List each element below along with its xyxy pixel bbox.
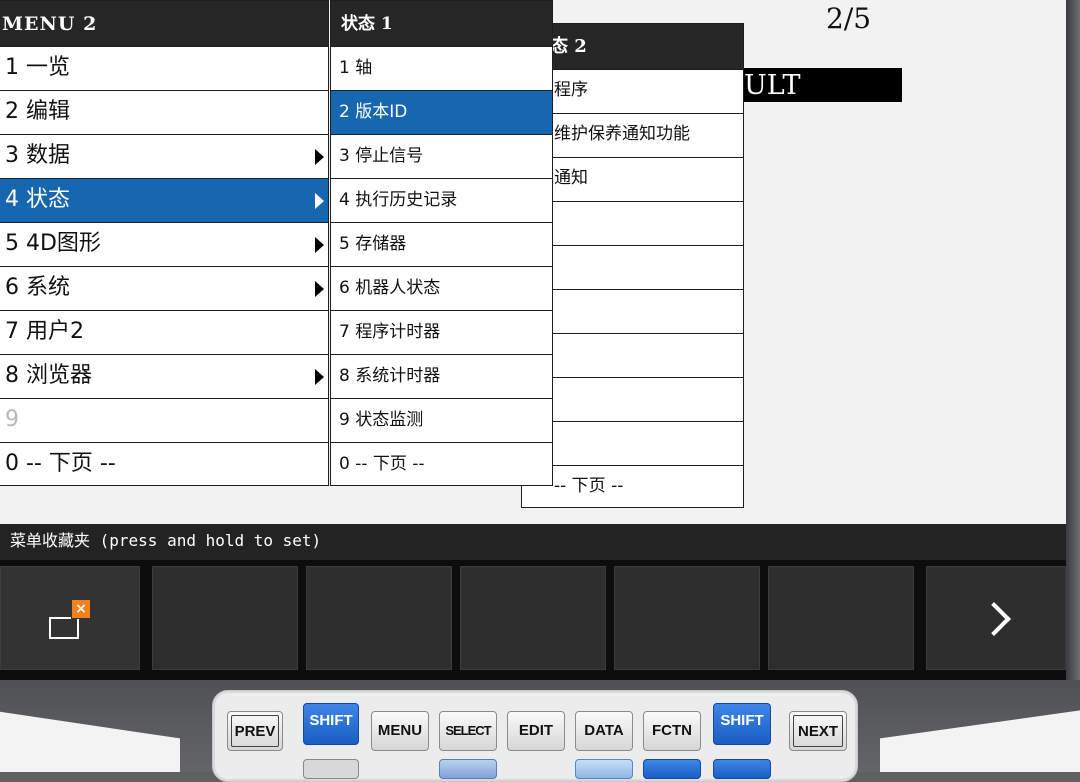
- status-menu-page-2-item-7[interactable]: [522, 377, 743, 421]
- lower-key-x-plus[interactable]: [713, 759, 771, 779]
- main-menu-item-label: 4 状态: [5, 187, 70, 212]
- next-key-label: NEXT: [793, 715, 843, 747]
- softkey-1[interactable]: ×: [0, 566, 140, 670]
- main-menu-item-8[interactable]: 9: [0, 398, 328, 442]
- softkey-4[interactable]: [460, 566, 606, 670]
- status-submenu-item-9[interactable]: 0 -- 下页 --: [331, 442, 552, 486]
- status-menu-page-2-item-label: 维护保养通知功能: [554, 124, 690, 144]
- status-submenu-item-0[interactable]: 1 轴: [331, 46, 552, 90]
- status-submenu-item-label: 9 状态监测: [339, 410, 424, 430]
- page-indicator: 2/5: [826, 2, 872, 35]
- pendant-screen: 2/5 ULT 态 2 程序维护保养通知功能 通知 -- 下页 -- MENU 2 …: [0, 0, 1066, 680]
- data-key[interactable]: DATA: [575, 711, 633, 751]
- chevron-right-icon: [977, 602, 1011, 636]
- status-menu-page-2-item-3[interactable]: [522, 201, 743, 245]
- status-menu-page-2-item-9[interactable]: -- 下页 --: [522, 465, 743, 509]
- status-submenu-item-6[interactable]: 7 程序计时器: [331, 310, 552, 354]
- status-submenu-item-label: 5 存储器: [339, 234, 407, 254]
- fault-status-bar: ULT: [740, 68, 902, 102]
- status-submenu-item-label: 0 -- 下页 --: [339, 454, 425, 474]
- softkey-3[interactable]: [306, 566, 452, 670]
- softkey-5[interactable]: [614, 566, 760, 670]
- status-submenu-item-label: 1 轴: [339, 58, 373, 78]
- main-menu-item-label: 9: [5, 407, 19, 432]
- main-menu-item-label: 2 编辑: [5, 99, 70, 124]
- main-menu-item-2[interactable]: 3 数据: [0, 134, 328, 178]
- status-submenu-item-label: 2 版本ID: [339, 102, 408, 122]
- status-menu-page-2-header: 态 2: [522, 24, 743, 69]
- lower-key-3[interactable]: [575, 759, 633, 779]
- main-menu-header: MENU 2: [0, 1, 328, 46]
- main-menu-item-label: 1 一览: [5, 55, 70, 80]
- status-submenu-item-2[interactable]: 3 停止信号: [331, 134, 552, 178]
- fctn-key[interactable]: FCTN: [643, 711, 701, 751]
- main-menu-item-label: 7 用户2: [5, 319, 84, 344]
- status-menu-page-2-item-6[interactable]: [522, 333, 743, 377]
- menu-key[interactable]: MENU: [371, 711, 429, 751]
- lower-key-up-arrow[interactable]: [439, 759, 497, 779]
- submenu-arrow-icon: [315, 368, 324, 385]
- status-menu-page-2: 态 2 程序维护保养通知功能 通知 -- 下页 --: [521, 23, 744, 508]
- close-badge-icon: ×: [72, 600, 90, 618]
- status-menu-page-2-item-5[interactable]: [522, 289, 743, 333]
- status-submenu-item-label: 3 停止信号: [339, 146, 424, 166]
- status-submenu-item-label: 7 程序计时器: [339, 322, 441, 342]
- status-menu-page-2-item-label: -- 下页 --: [554, 476, 624, 496]
- lower-key-1[interactable]: [303, 759, 359, 779]
- submenu-arrow-icon: [315, 236, 324, 253]
- hardware-keypad: PREV SHIFT MENU SELECT EDIT DATA FCTN SH…: [212, 690, 858, 782]
- main-menu-item-6[interactable]: 7 用户2: [0, 310, 328, 354]
- status-submenu-item-7[interactable]: 8 系统计时器: [331, 354, 552, 398]
- submenu-arrow-icon: [315, 148, 324, 165]
- favorites-status-line: 菜单收藏夹 (press and hold to set): [0, 524, 1066, 560]
- softkey-6[interactable]: [768, 566, 914, 670]
- status-menu-page-2-item-label: 通知: [554, 168, 588, 188]
- status-submenu-item-1[interactable]: 2 版本ID: [331, 90, 552, 134]
- status-menu-page-2-item-2[interactable]: 通知: [522, 157, 743, 201]
- submenu-arrow-icon: [315, 280, 324, 297]
- main-menu-item-0[interactable]: 1 一览: [0, 46, 328, 90]
- status-menu-page-2-item-1[interactable]: 维护保养通知功能: [522, 113, 743, 157]
- softkey-2[interactable]: [152, 566, 298, 670]
- status-submenu-item-3[interactable]: 4 执行历史记录: [331, 178, 552, 222]
- status-submenu-item-label: 4 执行历史记录: [339, 190, 458, 210]
- status-submenu-item-4[interactable]: 5 存储器: [331, 222, 552, 266]
- main-menu-item-label: 8 浏览器: [5, 363, 92, 388]
- softkey-bar: ×: [0, 560, 1066, 680]
- main-menu-item-1[interactable]: 2 编辑: [0, 90, 328, 134]
- submenu-arrow-icon: [315, 192, 324, 209]
- main-menu-item-label: 0 -- 下页 --: [5, 451, 116, 476]
- main-menu-item-label: 6 系统: [5, 275, 70, 300]
- next-key[interactable]: NEXT: [789, 711, 847, 751]
- status-menu-page-2-item-label: 程序: [554, 80, 588, 100]
- status-submenu-item-label: 8 系统计时器: [339, 366, 441, 386]
- softkey-next[interactable]: [926, 566, 1066, 670]
- main-menu-item-4[interactable]: 5 4D图形: [0, 222, 328, 266]
- prev-key-label: PREV: [231, 715, 279, 747]
- status-menu-page-2-item-8[interactable]: [522, 421, 743, 465]
- main-menu-item-7[interactable]: 8 浏览器: [0, 354, 328, 398]
- main-menu-item-5[interactable]: 6 系统: [0, 266, 328, 310]
- status-menu-page-2-item-0[interactable]: 程序: [522, 69, 743, 113]
- window-close-icon: [49, 619, 79, 639]
- main-menu-item-label: 3 数据: [5, 143, 70, 168]
- shift-key-left[interactable]: SHIFT: [303, 703, 359, 745]
- shift-key-right[interactable]: SHIFT: [713, 703, 771, 745]
- main-menu-item-9[interactable]: 0 -- 下页 --: [0, 442, 328, 486]
- screen-bezel: [1066, 0, 1080, 690]
- main-menu-item-label: 5 4D图形: [5, 231, 101, 256]
- status-submenu-item-8[interactable]: 9 状态监测: [331, 398, 552, 442]
- status-menu-page-2-item-4[interactable]: [522, 245, 743, 289]
- select-key[interactable]: SELECT: [439, 711, 497, 751]
- status-submenu-header: 状态 1: [331, 1, 552, 46]
- prev-key[interactable]: PREV: [227, 711, 283, 751]
- status-submenu-item-5[interactable]: 6 机器人状态: [331, 266, 552, 310]
- status-submenu: 状态 1 1 轴 2 版本ID 3 停止信号 4 执行历史记录 5 存储器 6 机器人状态…: [330, 0, 553, 486]
- status-submenu-item-label: 6 机器人状态: [339, 278, 441, 298]
- main-menu: MENU 2 1 一览 2 编辑 3 数据 4 状态 5 4D图形 6 系统 7 用户2 8 …: [0, 0, 329, 486]
- main-menu-item-3[interactable]: 4 状态: [0, 178, 328, 222]
- edit-key[interactable]: EDIT: [507, 711, 565, 751]
- lower-key-x-minus[interactable]: [643, 759, 701, 779]
